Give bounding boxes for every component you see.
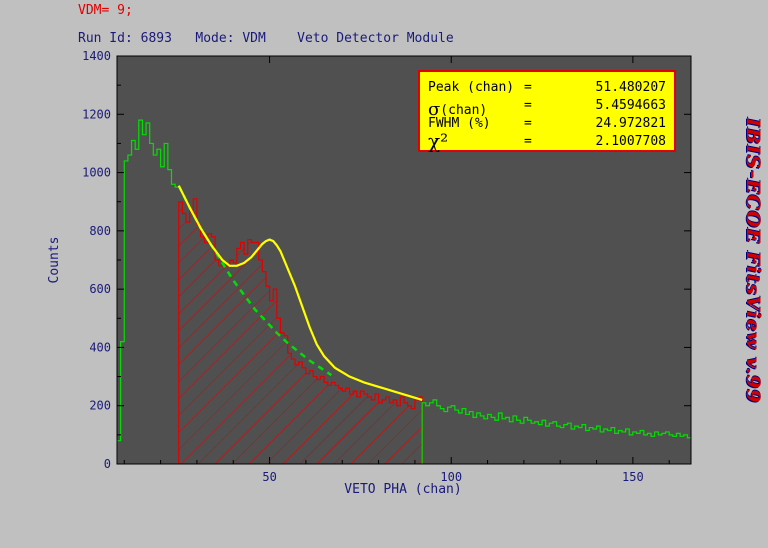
y-tick-label: 400 [89, 340, 111, 354]
fit-eq: = [524, 98, 532, 113]
y-tick-label: 0 [104, 457, 111, 471]
y-tick-label: 200 [89, 399, 111, 413]
fit-value-peak: 51.480207 [595, 80, 666, 95]
y-tick-label: 1000 [82, 166, 111, 180]
fit-label-peak: Peak (chan) [428, 80, 515, 95]
fit-eq: = [524, 80, 532, 95]
software-brand-label: IBIS-ECOE FitsView v.99 [742, 118, 764, 404]
y-tick-label: 600 [89, 282, 111, 296]
x-tick-label: 150 [622, 470, 644, 484]
y-axis-title: Counts [47, 237, 62, 284]
fit-label-chi2: χ² [428, 129, 449, 153]
fit-eq: = [524, 134, 532, 149]
fit-results-box: Peak (chan) = 51.480207 σ(chan) = 5.4594… [418, 70, 676, 153]
fit-value-fwhm: 24.972821 [595, 116, 666, 131]
fit-row-sigma: σ(chan) = 5.4594663 [428, 98, 666, 120]
fit-eq: = [524, 116, 532, 131]
fit-row-chi2: χ² = 2.1007708 [428, 129, 666, 153]
y-tick-label: 1200 [82, 107, 111, 121]
x-axis-title: VETO PHA (chan) [344, 482, 461, 497]
y-tick-label: 1400 [82, 49, 111, 63]
fit-value-sigma: 5.4594663 [595, 98, 666, 113]
x-tick-label: 50 [262, 470, 276, 484]
fit-value-chi2: 2.1007708 [595, 134, 666, 149]
fit-row-peak: Peak (chan) = 51.480207 [428, 80, 666, 98]
fit-row-fwhm: FWHM (%) = 24.972821 [428, 116, 666, 134]
y-tick-label: 800 [89, 224, 111, 238]
